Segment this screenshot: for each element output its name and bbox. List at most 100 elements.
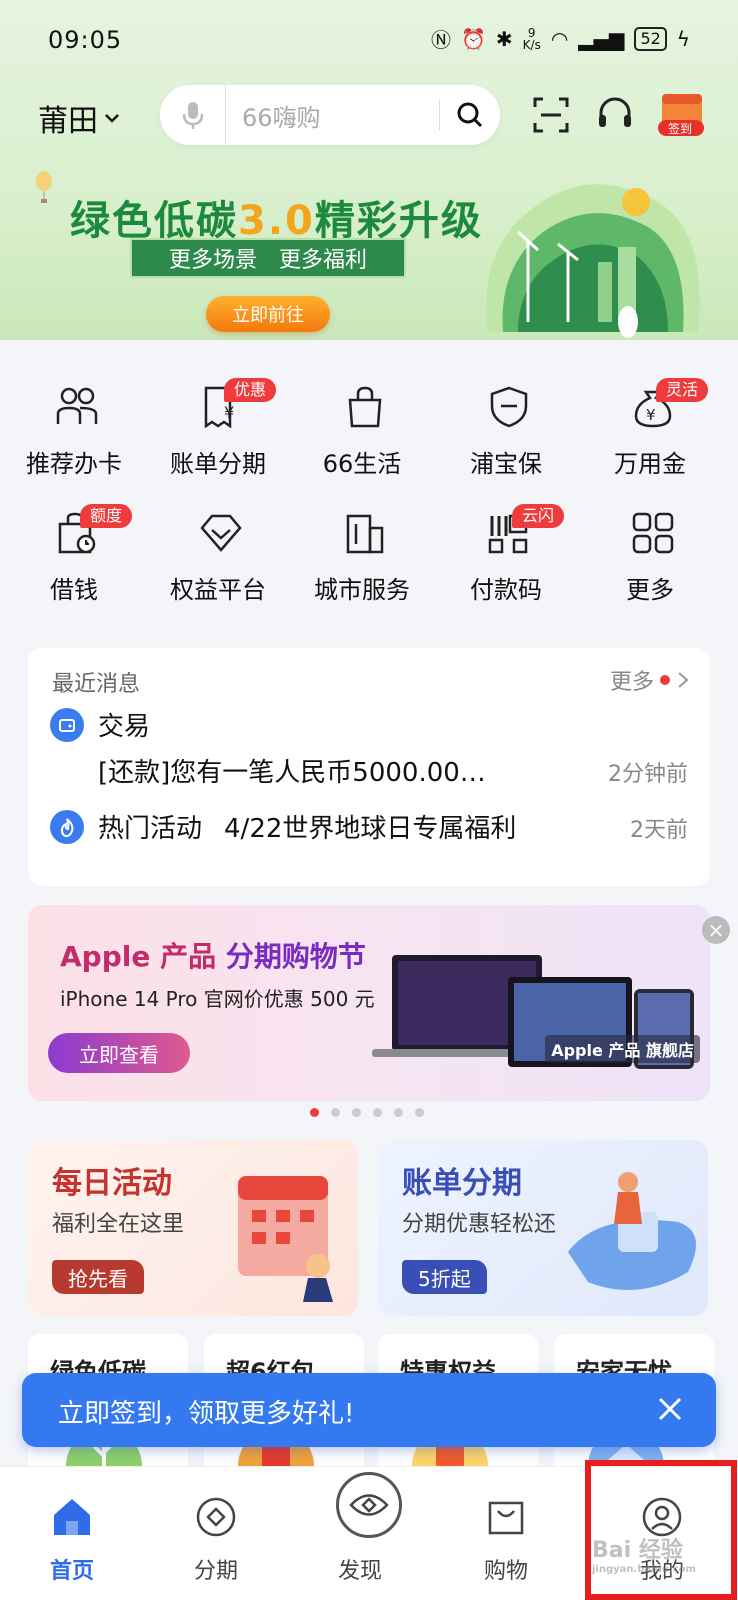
city-selector[interactable]: 莆田: [38, 96, 122, 140]
search-bar[interactable]: 66嗨购: [160, 85, 500, 145]
search-input[interactable]: 66嗨购: [226, 98, 439, 133]
svg-text:¥: ¥: [224, 403, 234, 422]
tab-label: 分期: [193, 1559, 238, 1584]
installment-illustration: [568, 1172, 696, 1290]
sign-in-toast[interactable]: 立即签到，领取更多好礼!: [22, 1373, 716, 1447]
microphone-icon[interactable]: [160, 85, 226, 145]
promo-title: 每日活动: [52, 1166, 172, 1201]
badge: 灵活: [656, 378, 709, 402]
promo-title: 账单分期: [402, 1166, 522, 1201]
search-icon[interactable]: [440, 101, 500, 129]
status-time: 09:05: [48, 26, 123, 54]
carousel-dot: [373, 1108, 382, 1117]
grid-item-label: 浦宝保: [470, 450, 542, 478]
grid-item-label: 城市服务: [314, 576, 410, 604]
sign-in-label: 签到: [668, 122, 693, 136]
tab-label: 发现: [337, 1559, 382, 1584]
ad-subtitle: iPhone 14 Pro 官网价优惠 500 元: [60, 987, 375, 1011]
news-item-hot-activity[interactable]: 热门活动 4/22世界地球日专属福利: [50, 808, 516, 845]
grid-item-borrow[interactable]: 额度 借钱: [4, 496, 144, 606]
tab-shopping[interactable]: 购物: [456, 1467, 556, 1600]
carousel-dot: [394, 1108, 403, 1117]
badge: 云闪: [512, 504, 565, 528]
unread-dot: [660, 675, 670, 685]
grid-item-wanyongjin[interactable]: ¥ 灵活 万用金: [580, 370, 720, 480]
badge: 额度: [80, 504, 133, 528]
news-category: 交易: [98, 712, 151, 742]
sign-in-icon[interactable]: 签到: [656, 90, 710, 140]
green-promo-banner[interactable]: 绿色低碳3.0精彩升级 更多场景 更多福利 立即前往: [0, 160, 738, 350]
toast-text: 立即签到，领取更多好礼!: [58, 1399, 355, 1429]
calendar-illustration: [238, 1176, 333, 1302]
grid-item-label: 账单分期: [170, 450, 266, 478]
badge: 优惠: [224, 378, 277, 402]
news-more-link[interactable]: 更多: [610, 664, 690, 696]
promo-subtitle: 福利全在这里: [52, 1212, 185, 1237]
banner-subtitle: 更多场景 更多福利: [130, 238, 406, 278]
carousel-dot: [310, 1108, 319, 1117]
charging-icon: ϟ: [676, 26, 690, 51]
installment-icon: [196, 1497, 236, 1537]
promo-button[interactable]: 5折起: [402, 1260, 487, 1294]
customer-service-icon[interactable]: [592, 92, 638, 138]
news-item-transaction[interactable]: 交易: [50, 706, 150, 743]
bluetooth-icon: ✱: [495, 26, 513, 51]
grid-item-label: 权益平台: [170, 576, 266, 604]
carousel-indicator: [310, 1108, 424, 1117]
shopping-bag-icon: [348, 386, 382, 428]
city-label: 莆田: [38, 104, 98, 139]
grid-item-label: 万用金: [614, 450, 686, 478]
carousel-dot: [352, 1108, 361, 1117]
tab-home[interactable]: 首页: [22, 1467, 122, 1600]
apple-ad-banner[interactable]: Apple 产品 分期购物节 iPhone 14 Pro 官网价优惠 500 元…: [28, 905, 710, 1101]
tab-label: 购物: [483, 1559, 528, 1584]
network-speed: 9 K/s: [522, 25, 541, 52]
grid-item-city-services[interactable]: 城市服务: [292, 496, 432, 606]
close-icon[interactable]: ×: [702, 916, 730, 944]
flame-icon: [50, 809, 84, 844]
grid-item-rights-platform[interactable]: 权益平台: [148, 496, 288, 606]
promo-daily-activity[interactable]: 每日活动 福利全在这里 抢先看: [28, 1140, 358, 1316]
close-icon[interactable]: [650, 1389, 690, 1429]
people-icon: [56, 387, 98, 424]
tab-installment[interactable]: 分期: [166, 1467, 266, 1600]
grid-item-label: 更多: [626, 576, 674, 604]
news-category: 热门活动: [98, 814, 203, 844]
alarm-icon: ⏰: [460, 26, 486, 51]
grid-item-pubaobao[interactable]: 浦宝保: [436, 370, 576, 480]
status-bar: 09:05 Ⓝ ⏰ ✱ 9 K/s ◠ ▂▄▆ 52 ϟ: [0, 0, 738, 86]
promo-button[interactable]: 抢先看: [52, 1260, 144, 1294]
scan-icon[interactable]: [528, 92, 574, 138]
cart-bag-icon: [488, 1501, 524, 1535]
banner-go-button[interactable]: 立即前往: [206, 296, 330, 332]
home-icon: [54, 1499, 90, 1535]
carousel-dot: [415, 1108, 424, 1117]
promo-subtitle: 分期优惠轻松还: [402, 1212, 557, 1237]
news-title: 最近消息: [52, 672, 141, 697]
news-time: 2分钟前: [608, 762, 688, 787]
grid-item-recommend-card[interactable]: 推荐办卡: [4, 370, 144, 480]
grid-item-payment-code[interactable]: 云闪 付款码: [436, 496, 576, 606]
carousel-dot: [331, 1108, 340, 1117]
grid-item-bill-installment[interactable]: ¥ 优惠 账单分期: [148, 370, 288, 480]
promo-bill-installment[interactable]: 账单分期 分期优惠轻松还 5折起: [378, 1140, 708, 1316]
news-time: 2天前: [630, 818, 688, 843]
highlight-box: [585, 1460, 737, 1600]
chevron-right-icon: [678, 672, 689, 688]
apps-grid-icon: [632, 512, 674, 554]
grid-item-66-life[interactable]: 66生活: [292, 370, 432, 480]
news-text[interactable]: [还款]您有一笔人民币5000.00…: [98, 752, 486, 789]
tab-label: 首页: [49, 1559, 94, 1584]
eco-city-illustration: [486, 184, 700, 338]
grid-item-more[interactable]: 更多: [580, 496, 720, 606]
grid-item-label: 付款码: [470, 576, 542, 604]
grid-item-label: 推荐办卡: [26, 450, 122, 478]
news-more-label: 更多: [609, 670, 654, 695]
grid-item-label: 借钱: [50, 576, 98, 604]
diamond-icon: [200, 514, 242, 552]
grid-item-label: 66生活: [322, 450, 402, 478]
shield-icon: [490, 386, 528, 428]
discover-icon[interactable]: [336, 1472, 402, 1538]
ad-title: Apple 产品 分期购物节: [60, 940, 366, 973]
ad-view-button[interactable]: 立即查看: [48, 1033, 190, 1073]
